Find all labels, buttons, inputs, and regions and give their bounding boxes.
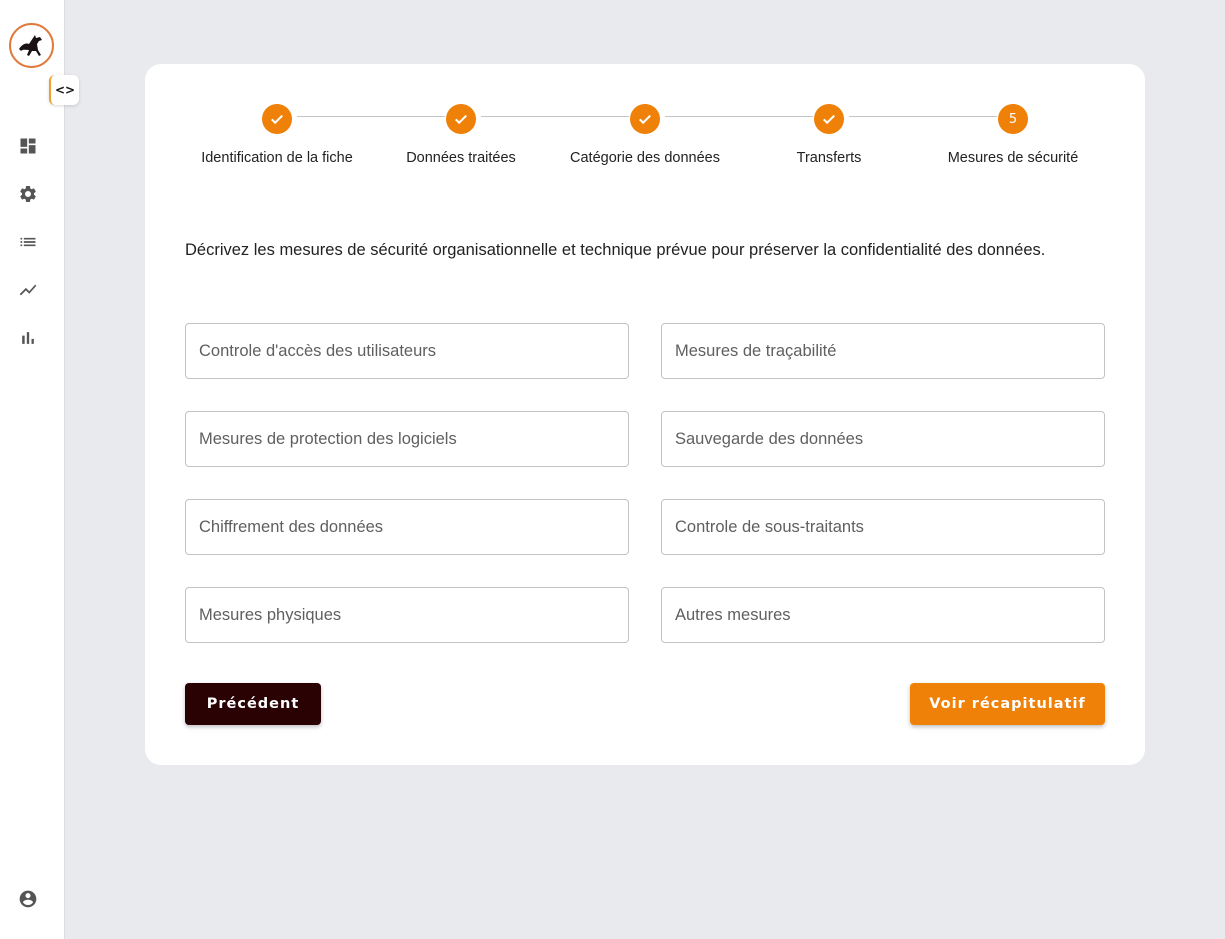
step-identification[interactable]: Identification de la fiche bbox=[185, 104, 369, 168]
previous-button[interactable]: Précédent bbox=[185, 683, 321, 725]
dashboard-icon[interactable] bbox=[18, 136, 38, 156]
autres-mesures-field bbox=[661, 587, 1105, 643]
step-label: Identification de la fiche bbox=[201, 150, 353, 166]
autres-mesures-input[interactable] bbox=[662, 588, 1104, 642]
mesures-physiques-input[interactable] bbox=[186, 588, 628, 642]
chiffrement-field bbox=[185, 499, 629, 555]
list-icon[interactable] bbox=[18, 232, 38, 252]
horse-icon bbox=[18, 34, 42, 56]
step-transferts[interactable]: Transferts bbox=[737, 104, 921, 168]
horse-logo[interactable] bbox=[9, 23, 54, 68]
step-completed-check-icon bbox=[446, 104, 476, 134]
settings-icon[interactable] bbox=[18, 184, 38, 204]
code-toggle-icon: <> bbox=[54, 83, 76, 97]
step-completed-check-icon bbox=[262, 104, 292, 134]
step-label: Mesures de sécurité bbox=[947, 150, 1079, 166]
step-label: Catégorie des données bbox=[570, 150, 720, 166]
view-summary-button[interactable]: Voir récapitulatif bbox=[910, 683, 1105, 725]
step-label: Transferts bbox=[796, 150, 862, 166]
step-number-badge: 5 bbox=[998, 104, 1028, 134]
sous-traitants-field bbox=[661, 499, 1105, 555]
chiffrement-input[interactable] bbox=[186, 500, 628, 554]
step-completed-check-icon bbox=[630, 104, 660, 134]
sauvegarde-field bbox=[661, 411, 1105, 467]
sous-traitants-input[interactable] bbox=[662, 500, 1104, 554]
tracabilite-input[interactable] bbox=[662, 324, 1104, 378]
protection-logiciels-input[interactable] bbox=[186, 412, 628, 466]
sidebar: <> bbox=[0, 0, 79, 939]
step-completed-check-icon bbox=[814, 104, 844, 134]
protection-logiciels-field bbox=[185, 411, 629, 467]
sidebar-toggle-button[interactable]: <> bbox=[49, 75, 79, 105]
step-categorie-donnees[interactable]: Catégorie des données bbox=[553, 104, 737, 168]
account-icon[interactable] bbox=[18, 889, 38, 909]
controle-acces-field bbox=[185, 323, 629, 379]
bar-chart-icon[interactable] bbox=[18, 328, 38, 348]
step-mesures-securite[interactable]: 5 Mesures de sécurité bbox=[921, 104, 1105, 168]
mesures-physiques-field bbox=[185, 587, 629, 643]
tracabilite-field bbox=[661, 323, 1105, 379]
controle-acces-input[interactable] bbox=[186, 324, 628, 378]
trending-icon[interactable] bbox=[18, 280, 38, 300]
step-donnees-traitees[interactable]: Données traitées bbox=[369, 104, 553, 168]
form-card: Identification de la fiche Données trait… bbox=[145, 64, 1145, 765]
step-label: Données traitées bbox=[406, 150, 516, 166]
sauvegarde-input[interactable] bbox=[662, 412, 1104, 466]
form-instructions: Décrivez les mesures de sécurité organis… bbox=[185, 241, 1046, 259]
